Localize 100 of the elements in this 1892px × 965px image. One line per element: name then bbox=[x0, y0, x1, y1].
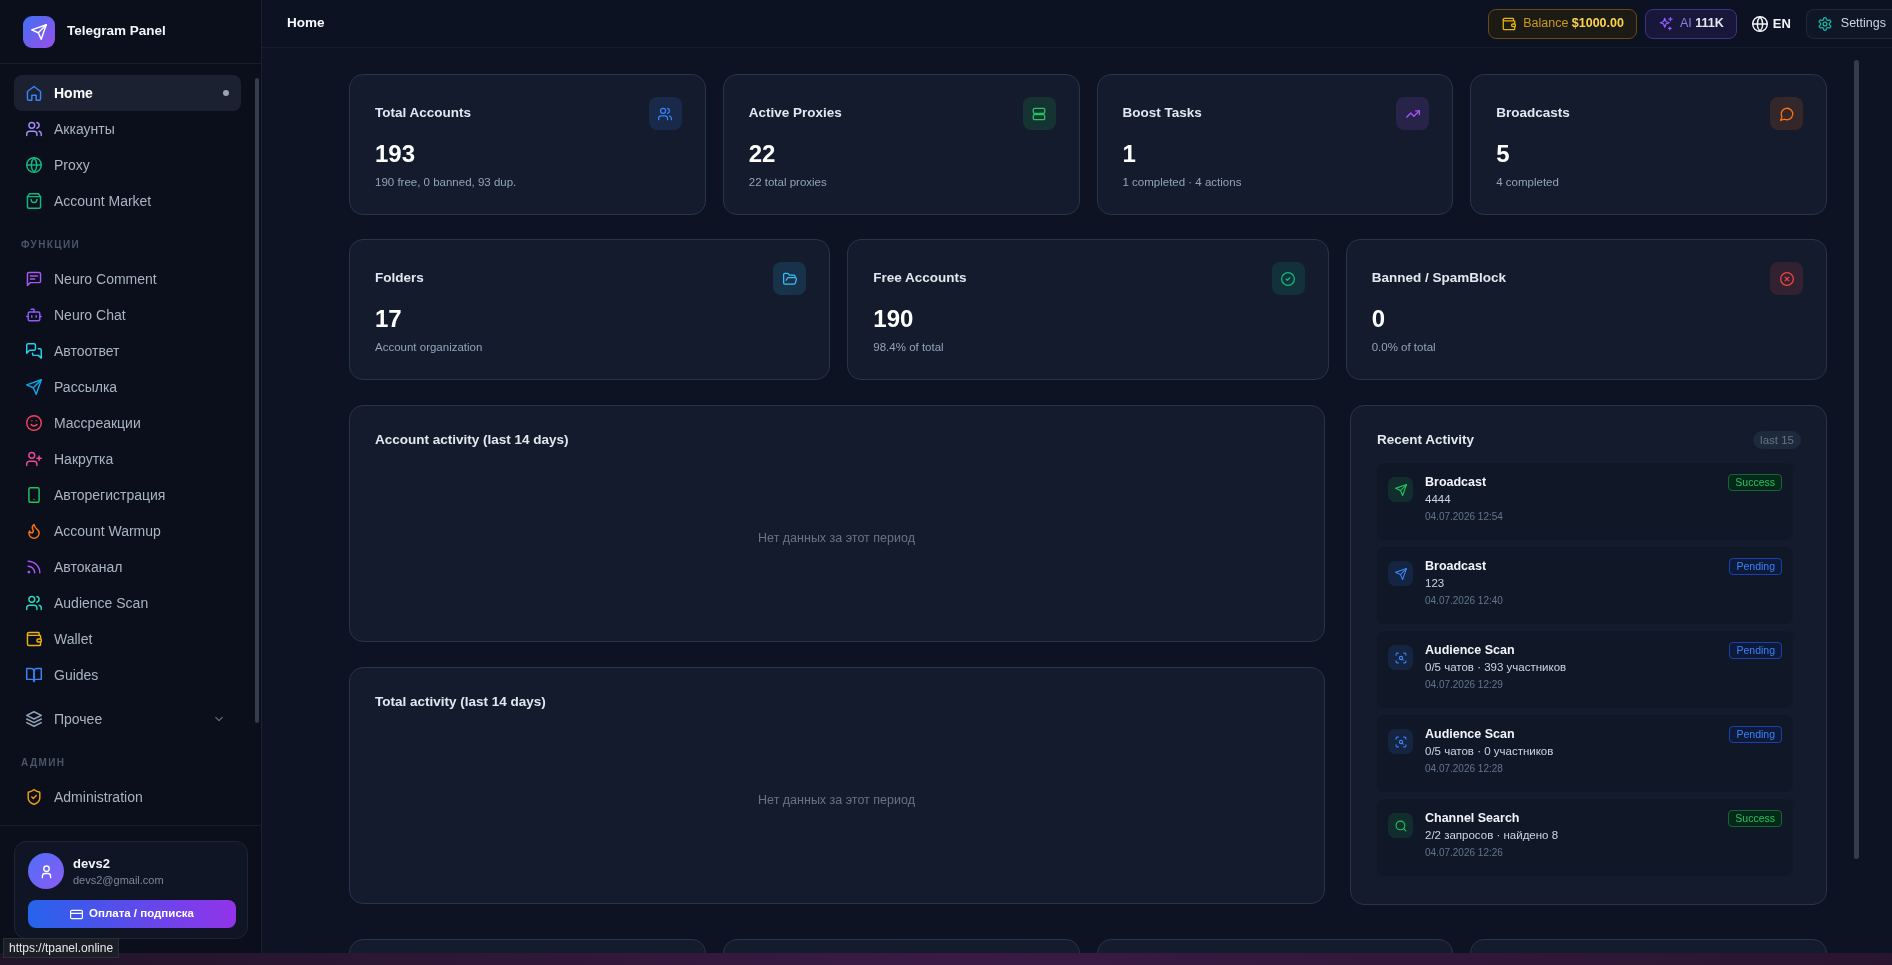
signal-waves-icon bbox=[26, 559, 42, 575]
trend-up-icon bbox=[1396, 97, 1430, 130]
sidebar-item[interactable]: Guides bbox=[14, 657, 241, 693]
sidebar-item[interactable]: Neuro Chat bbox=[14, 297, 241, 333]
scan-icon bbox=[1388, 645, 1413, 670]
stat-title: Boost Tasks bbox=[1122, 104, 1202, 123]
activity-time: 04.07.2026 12:29 bbox=[1425, 678, 1503, 692]
brand-name: Telegram Panel bbox=[67, 22, 166, 41]
stat-title: Total Accounts bbox=[375, 104, 471, 123]
sidebar-item[interactable]: Авторегистрация bbox=[14, 477, 241, 513]
section-heading: АДМИН bbox=[21, 756, 66, 770]
settings-button[interactable]: Settings bbox=[1805, 8, 1892, 39]
wallet-icon bbox=[26, 631, 42, 647]
paper-plane-icon bbox=[26, 379, 42, 395]
sidebar-item[interactable]: Прочее bbox=[14, 701, 241, 737]
sidebar-item[interactable]: Накрутка bbox=[14, 441, 241, 477]
paper-plane-icon bbox=[1388, 561, 1413, 586]
stat-title: Broadcasts bbox=[1496, 104, 1570, 123]
user-name: devs2 bbox=[73, 854, 110, 872]
sidebar-item[interactable]: Administration bbox=[14, 779, 241, 815]
stat-title: Active Proxies bbox=[748, 104, 842, 123]
activity-time: 04.07.2026 12:28 bbox=[1425, 762, 1503, 776]
folder-icon bbox=[773, 262, 807, 295]
section-heading: ФУНКЦИИ bbox=[21, 238, 81, 252]
stat-detail: 1 completed · 4 actions bbox=[1122, 175, 1242, 190]
stat-value: 193 bbox=[375, 139, 416, 169]
robot-icon bbox=[26, 307, 42, 323]
activity-title: Broadcast bbox=[1425, 558, 1487, 575]
sidebar-item[interactable]: Массреакции bbox=[14, 405, 241, 441]
scrollbar-thumb[interactable] bbox=[1854, 60, 1859, 859]
stat-value: 1 bbox=[1122, 139, 1136, 169]
activity-detail: 123 bbox=[1425, 576, 1445, 591]
flame-icon bbox=[26, 523, 42, 539]
balance-button[interactable]: Balance $1000.00 bbox=[1488, 8, 1637, 39]
payment-button[interactable]: Оплата / подписка bbox=[28, 900, 236, 928]
activity-time: 04.07.2026 12:40 bbox=[1425, 594, 1503, 608]
smiley-icon bbox=[26, 415, 42, 431]
activity-detail: 2/2 запросов · найдено 8 bbox=[1425, 828, 1559, 843]
chart-title: Total activity (last 14 days) bbox=[375, 693, 546, 711]
stat-value: 17 bbox=[375, 304, 402, 334]
empty-message: Нет данных за этот период bbox=[758, 529, 915, 547]
sidebar-item[interactable]: Автоответ bbox=[14, 333, 241, 369]
bag-icon bbox=[26, 193, 42, 209]
settings-icon bbox=[1817, 16, 1832, 31]
stat-title: Free Accounts bbox=[873, 269, 967, 288]
sidebar-item[interactable]: Account Warmup bbox=[14, 513, 241, 549]
users-icon bbox=[648, 97, 682, 130]
layers-icon bbox=[26, 711, 42, 727]
chart-title: Account activity (last 14 days) bbox=[375, 431, 569, 449]
phone-icon bbox=[26, 487, 42, 503]
stat-title: Banned / SpamBlock bbox=[1371, 269, 1506, 288]
sidebar-item[interactable]: Account Market bbox=[14, 183, 241, 219]
globe-icon bbox=[26, 157, 42, 173]
credit-card-icon bbox=[70, 907, 84, 921]
status-tag: Pending bbox=[1729, 726, 1782, 743]
search-icon bbox=[1388, 813, 1413, 838]
panel-title: Recent Activity bbox=[1377, 431, 1475, 449]
sidebar-item[interactable]: Neuro Comment bbox=[14, 261, 241, 297]
stat-detail: 4 completed bbox=[1496, 175, 1559, 190]
scrollbar-thumb[interactable] bbox=[255, 78, 259, 723]
sidebar-item[interactable]: Audience Scan bbox=[14, 585, 241, 621]
language-button[interactable]: EN bbox=[1751, 13, 1791, 34]
activity-detail: 0/5 чатов · 393 участников bbox=[1425, 660, 1567, 675]
sidebar-item[interactable]: Рассылка bbox=[14, 369, 241, 405]
sidebar-item[interactable]: Home bbox=[14, 75, 241, 111]
home-icon bbox=[26, 85, 42, 101]
stat-value: 190 bbox=[873, 304, 914, 334]
empty-message: Нет данных за этот период bbox=[758, 791, 915, 809]
stat-title: Folders bbox=[375, 269, 424, 288]
stat-value: 0 bbox=[1371, 304, 1385, 334]
user-plus-icon bbox=[26, 451, 42, 467]
sidebar-item[interactable]: Автоканал bbox=[14, 549, 241, 585]
sidebar-item[interactable]: Аккаунты bbox=[14, 111, 241, 147]
users-icon bbox=[26, 595, 42, 611]
activity-detail: 0/5 чатов · 0 участников bbox=[1425, 744, 1554, 759]
link-preview: https://tpanel.online bbox=[3, 938, 120, 958]
sidebar-item[interactable]: Wallet bbox=[14, 621, 241, 657]
status-tag: Success bbox=[1728, 810, 1782, 827]
sidebar-item[interactable]: Proxy bbox=[14, 147, 241, 183]
user-email: devs2@gmail.com bbox=[73, 872, 164, 888]
chat-bubbles-icon bbox=[26, 343, 42, 359]
server-icon bbox=[1022, 97, 1056, 130]
activity-time: 04.07.2026 12:26 bbox=[1425, 846, 1503, 860]
stat-value: 5 bbox=[1496, 139, 1510, 169]
activity-title: Audience Scan bbox=[1425, 726, 1515, 743]
stat-detail: 22 total proxies bbox=[748, 175, 827, 190]
scan-icon bbox=[1388, 729, 1413, 754]
paper-plane-icon bbox=[1388, 477, 1413, 502]
message-icon bbox=[26, 271, 42, 287]
activity-title: Audience Scan bbox=[1425, 642, 1515, 659]
avatar-icon bbox=[28, 853, 64, 889]
status-tag: Pending bbox=[1729, 642, 1782, 659]
shield-check-icon bbox=[26, 789, 42, 805]
page-title: Home bbox=[287, 14, 325, 33]
activity-title: Channel Search bbox=[1425, 810, 1520, 827]
stat-value: 22 bbox=[748, 139, 776, 169]
stat-detail: 0.0% of total bbox=[1371, 340, 1436, 355]
stat-detail: Account organization bbox=[375, 340, 483, 355]
logo-icon bbox=[23, 15, 55, 48]
ai-credits-button[interactable]: AI 111K bbox=[1644, 8, 1737, 39]
